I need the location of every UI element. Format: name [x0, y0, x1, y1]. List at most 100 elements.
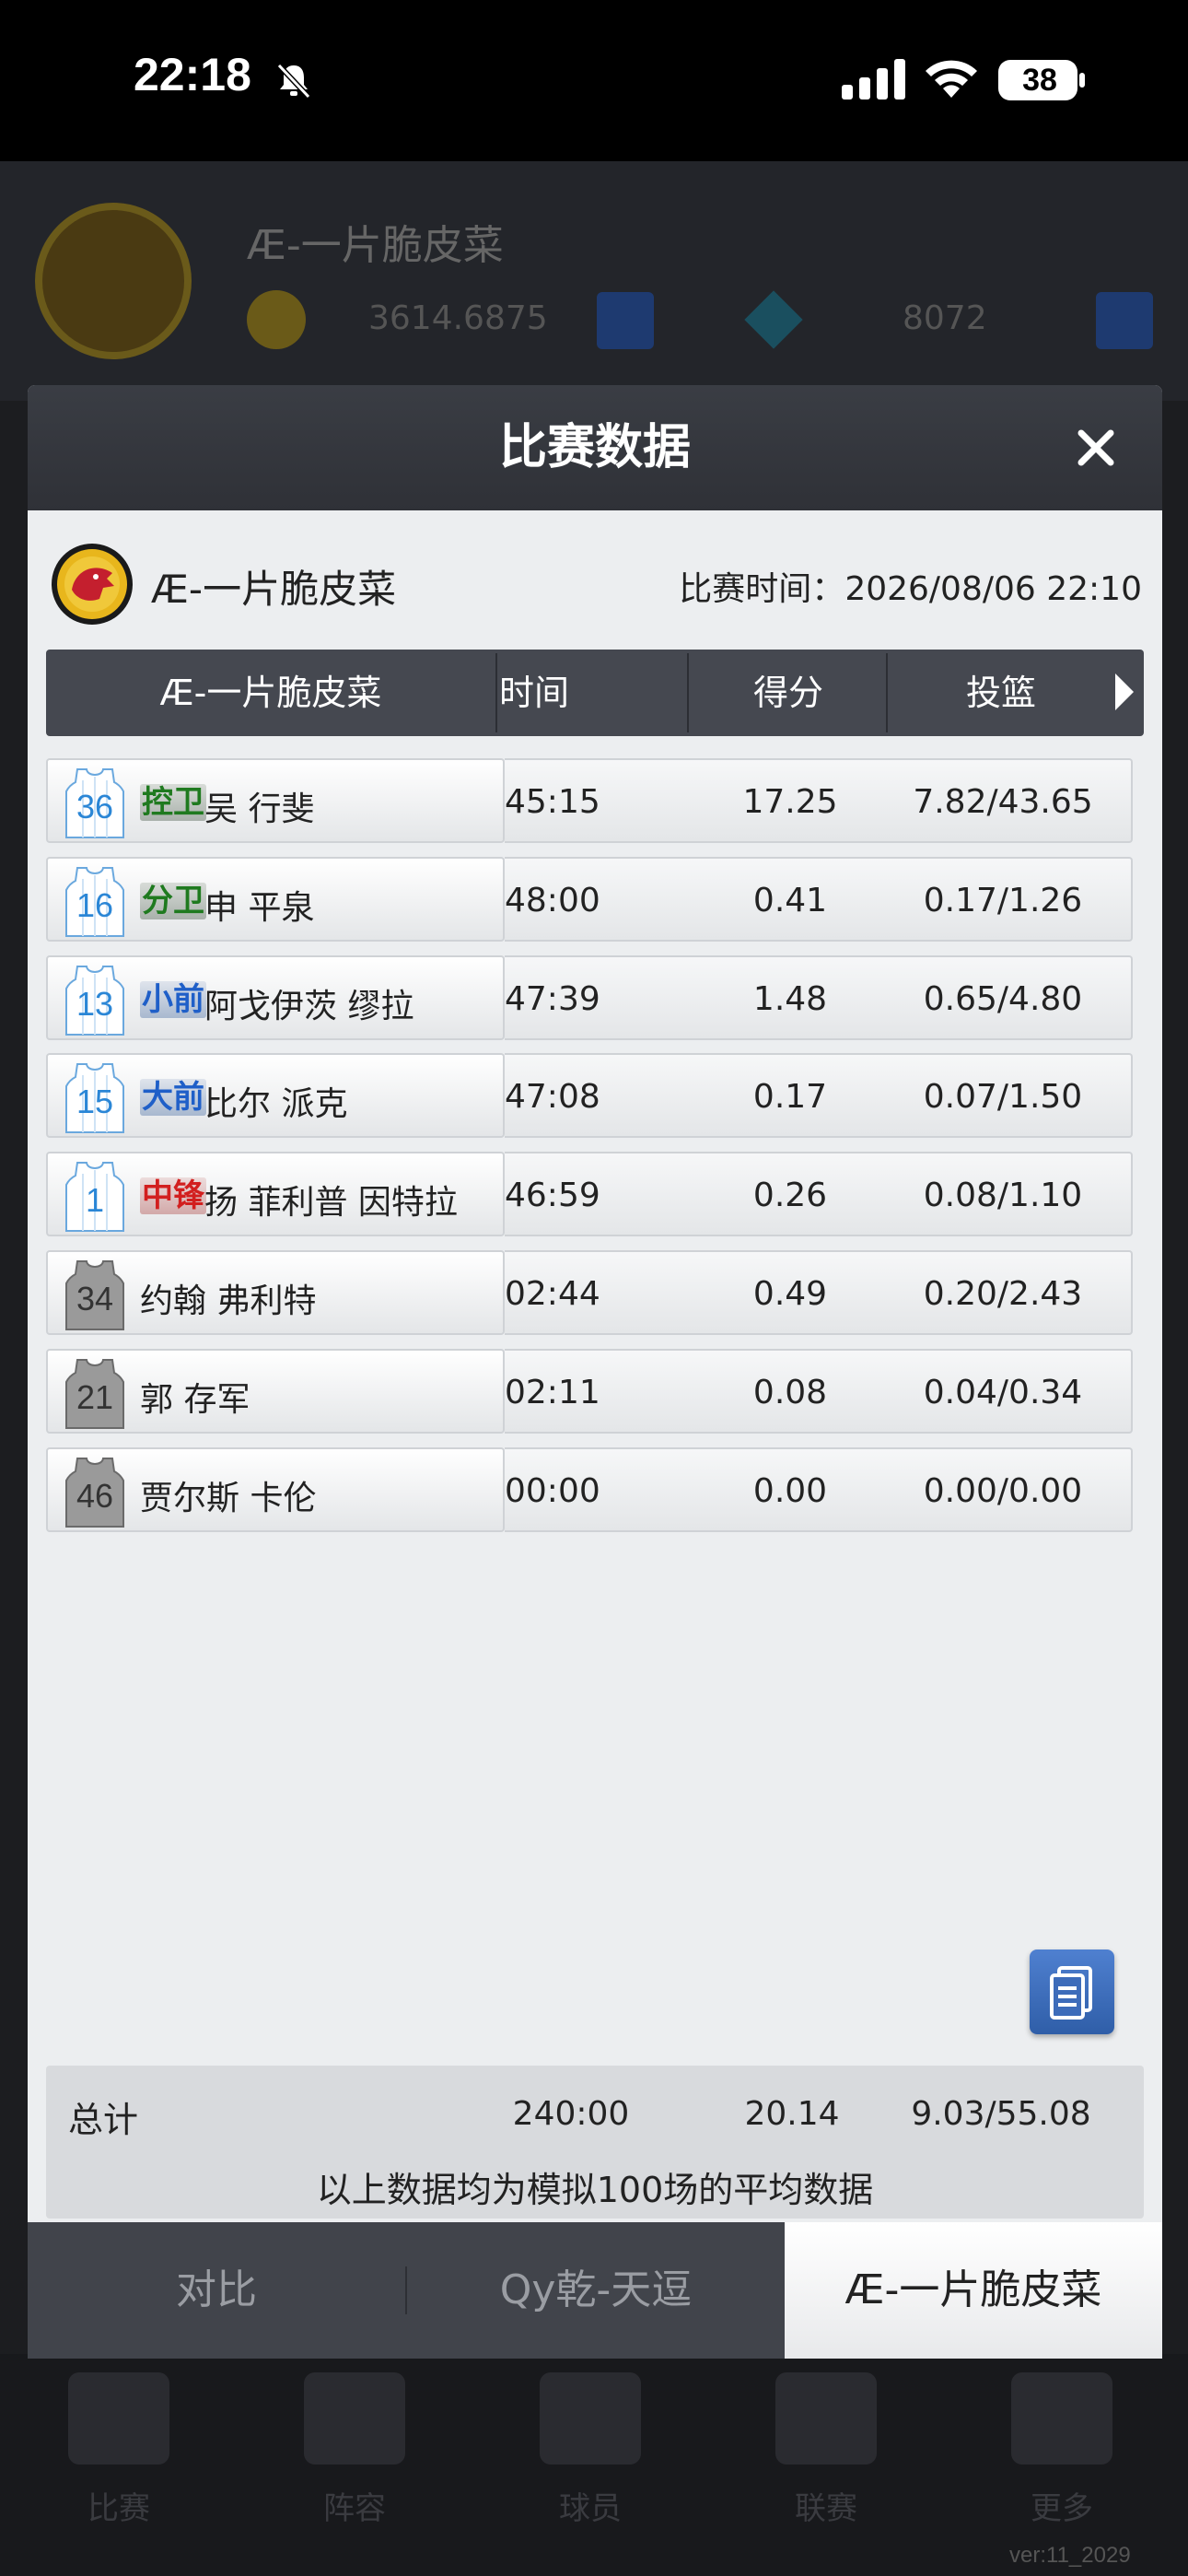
player-name: 申 平泉 [204, 889, 315, 927]
stats-cell: 46:59 0.26 0.08/1.10 [505, 1152, 1133, 1236]
player-row[interactable]: 46 贾尔斯 卡伦 00:00 0.00 0.00/0.00 [46, 1447, 1133, 1532]
player-points: 0.08 [752, 1374, 828, 1411]
wifi-icon [926, 60, 977, 98]
column-points: 得分 [752, 673, 823, 713]
player-shooting: 0.65/4.80 [923, 980, 1083, 1018]
player-shooting: 0.00/0.00 [923, 1472, 1083, 1510]
background-nav-icon [775, 2372, 877, 2465]
player-name: 贾尔斯 卡伦 [140, 1480, 317, 1517]
tab-opponent-team[interactable]: Qy乾-天逗 [407, 2222, 785, 2359]
cellular-signal-icon [842, 59, 905, 100]
position-badge: 中锋 [140, 1177, 206, 1214]
document-icon [1050, 1966, 1092, 2020]
jersey-number: 16 [76, 886, 114, 924]
match-stats-modal: 比赛数据 Æ-一片脆皮菜 比赛时间：2026/08/06 22:10 Æ-一片脆… [28, 385, 1162, 2359]
player-shooting: 0.20/2.43 [923, 1275, 1083, 1313]
player-cell: 21 郭 存军 [46, 1349, 505, 1434]
bell-muted-icon [276, 63, 311, 100]
jersey-number: 34 [76, 1280, 114, 1317]
column-shooting: 投篮 [965, 673, 1036, 713]
scroll-right-arrow-icon[interactable] [1110, 666, 1137, 718]
coin-icon [247, 290, 306, 349]
player-time: 02:44 [505, 1275, 600, 1313]
battery-level: 38 [1022, 63, 1057, 98]
simulation-note: 以上数据均为模拟100场的平均数据 [316, 2170, 874, 2210]
jersey-number: 15 [76, 1083, 114, 1120]
player-row[interactable]: 21 郭 存军 02:11 0.08 0.04/0.34 [46, 1349, 1133, 1434]
player-cell: 13 小前 阿戈伊茨 缪拉 [46, 955, 505, 1040]
player-points: 0.17 [752, 1078, 828, 1116]
background-nav-icon [1011, 2372, 1112, 2465]
player-points: 17.25 [742, 783, 838, 821]
player-row[interactable]: 16 分卫申 平泉 48:00 0.41 0.17/1.26 [46, 857, 1133, 942]
player-row[interactable]: 36 控卫吴 行斐 45:15 17.25 7.82/43.65 [46, 758, 1133, 843]
jersey-number: 36 [76, 788, 114, 825]
background-nav-icon [68, 2372, 169, 2465]
close-icon[interactable] [1068, 420, 1124, 475]
player-cell: 36 控卫吴 行斐 [46, 758, 505, 843]
position-badge: 大前 [140, 1079, 206, 1116]
player-row[interactable]: 15 大前 比尔 派克 47:08 0.17 0.07/1.50 [46, 1053, 1133, 1138]
stats-cell: 02:11 0.08 0.04/0.34 [505, 1349, 1133, 1434]
player-shooting: 0.07/1.50 [923, 1078, 1083, 1116]
player-row[interactable]: 1 中锋扬 菲利普 因特拉 46:59 0.26 0.08/1.10 [46, 1152, 1133, 1236]
background-nav-label: 阵容 [323, 2490, 386, 2527]
stats-cell: 45:15 17.25 7.82/43.65 [505, 758, 1133, 843]
modal-header: 比赛数据 [28, 385, 1162, 510]
stats-cell: 00:00 0.00 0.00/0.00 [505, 1447, 1133, 1532]
totals-time: 240:00 [512, 2095, 630, 2133]
column-time: 时间 [498, 673, 569, 713]
stats-cell: 48:00 0.41 0.17/1.26 [505, 857, 1133, 942]
player-points: 1.48 [752, 980, 828, 1018]
player-name: 吴 行斐 [204, 790, 315, 828]
coin-balance: 3614.6875 [368, 299, 548, 337]
gem-icon [744, 290, 803, 349]
position-badge: 小前 [140, 981, 206, 1018]
status-bar: 22:18 38 [0, 0, 1188, 161]
player-points: 0.49 [752, 1275, 828, 1313]
player-row[interactable]: 34 约翰 弗利特 02:44 0.49 0.20/2.43 [46, 1250, 1133, 1335]
match-time: 比赛时间：2026/08/06 22:10 [679, 562, 1142, 610]
background-team-name: Æ-一片脆皮菜 [247, 222, 504, 269]
player-name: 阿戈伊茨 缪拉 [204, 988, 414, 1025]
player-cell: 16 分卫申 平泉 [46, 857, 505, 942]
stats-cell: 47:08 0.17 0.07/1.50 [505, 1053, 1133, 1138]
team-logo-icon [52, 544, 133, 625]
version-label: ver:11_2029 [1009, 2543, 1131, 2568]
team-tabs: 对比 Qy乾-天逗 Æ-一片脆皮菜 [28, 2222, 1162, 2359]
player-name: 郭 存军 [140, 1381, 250, 1419]
tab-own-team[interactable]: Æ-一片脆皮菜 [785, 2222, 1162, 2359]
player-time: 48:00 [505, 882, 600, 919]
background-header: Æ-一片脆皮菜 3614.6875 8072 [0, 161, 1188, 401]
status-time: 22:18 [134, 49, 251, 100]
player-time: 47:39 [505, 980, 600, 1018]
player-row[interactable]: 13 小前 阿戈伊茨 缪拉 47:39 1.48 0.65/4.80 [46, 955, 1133, 1040]
tab-compare[interactable]: 对比 [28, 2222, 405, 2359]
player-cell: 15 大前 比尔 派克 [46, 1053, 505, 1138]
background-nav-label: 比赛 [87, 2490, 150, 2527]
player-name: 约翰 弗利特 [140, 1282, 317, 1320]
add-coins-button [597, 292, 654, 349]
team-name: Æ-一片脆皮菜 [151, 567, 397, 612]
column-player: Æ-一片脆皮菜 [159, 673, 382, 713]
player-points: 0.41 [752, 882, 828, 919]
player-time: 00:00 [505, 1472, 600, 1510]
totals-label: 总计 [68, 2100, 139, 2140]
player-points: 0.00 [752, 1472, 828, 1510]
background-nav-icon [540, 2372, 641, 2465]
position-badge: 分卫 [140, 883, 206, 919]
stats-cell: 02:44 0.49 0.20/2.43 [505, 1250, 1133, 1335]
match-time-value: 2026/08/06 22:10 [844, 570, 1142, 608]
player-time: 47:08 [505, 1078, 600, 1116]
stats-detail-button[interactable] [1030, 1950, 1114, 2034]
player-time: 45:15 [505, 783, 600, 821]
player-cell: 46 贾尔斯 卡伦 [46, 1447, 505, 1532]
player-name: 比尔 派克 [204, 1085, 348, 1123]
player-cell: 34 约翰 弗利特 [46, 1250, 505, 1335]
position-badge: 控卫 [140, 784, 206, 821]
background-nav-label: 联赛 [795, 2490, 857, 2527]
background-nav-label: 球员 [559, 2490, 622, 2527]
player-cell: 1 中锋扬 菲利普 因特拉 [46, 1152, 505, 1236]
player-time: 46:59 [505, 1177, 600, 1214]
background-team-logo [35, 203, 192, 359]
